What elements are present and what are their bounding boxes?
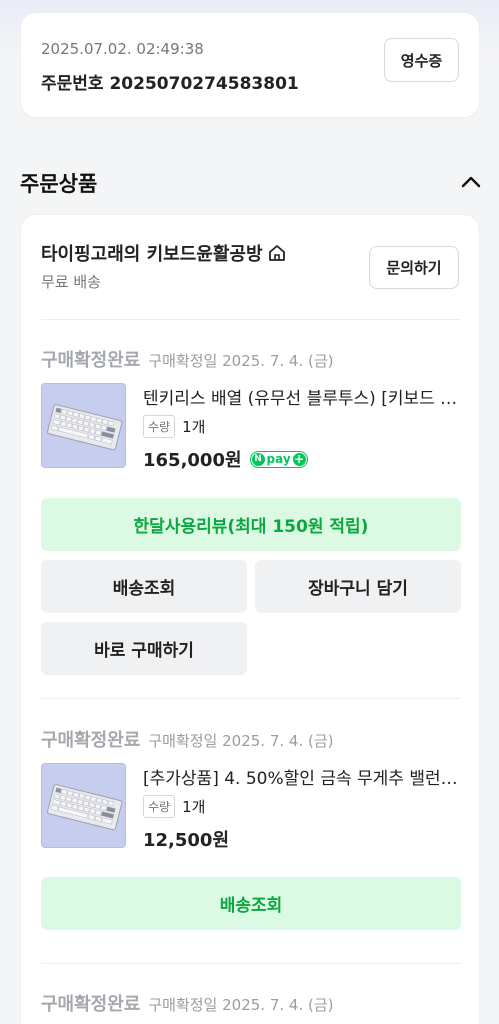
add-to-cart-button[interactable]: 장바구니 담기 <box>255 560 461 613</box>
naver-n-icon: N <box>251 452 265 466</box>
plus-icon: + <box>292 452 306 466</box>
store-header[interactable]: 타이핑고래의 키보드윤활공방 <box>41 240 287 266</box>
receipt-button[interactable]: 영수증 <box>384 38 459 82</box>
product-name[interactable]: [추가상품] 4. 50%할인 금속 무게추 밸런스 튜닝 <box>143 764 461 789</box>
product-thumbnail[interactable] <box>41 383 126 468</box>
order-number: 주문번호 2025070274583801 <box>41 74 299 94</box>
order-item: 구매확정완료 구매확정일 2025. 7. 4. (금) <box>41 990 461 1024</box>
order-item: 구매확정완료 구매확정일 2025. 7. 4. (금) <box>41 726 461 936</box>
quantity-label: 수량 <box>143 415 176 438</box>
quantity-label: 수량 <box>143 795 176 818</box>
quantity-row: 수량 1개 <box>143 415 205 438</box>
order-summary-card: 2025.07.02. 02:49:38 주문번호 20250702745838… <box>20 12 480 118</box>
divider <box>41 319 461 320</box>
order-products-card: 타이핑고래의 키보드윤활공방 무료 배송 문의하기 구매확정완료 구매확정일 2… <box>20 214 480 1024</box>
buy-now-button[interactable]: 바로 구매하기 <box>41 622 247 675</box>
quantity-value: 1개 <box>182 418 206 436</box>
npay-label: pay <box>266 452 291 466</box>
item-status-line: 구매확정완료 구매확정일 2025. 7. 4. (금) <box>41 346 334 371</box>
price-row: 12,500원 <box>143 826 229 852</box>
product-price: 12,500원 <box>143 830 230 851</box>
order-datetime: 2025.07.02. 02:49:38 <box>41 40 204 58</box>
quantity-row: 수량 1개 <box>143 795 205 818</box>
keyboard-image <box>42 384 125 467</box>
quantity-value: 1개 <box>182 798 206 816</box>
purchase-status: 구매확정완료 <box>41 730 141 751</box>
confirm-date: 구매확정일 2025. 7. 4. (금) <box>148 996 334 1014</box>
npay-plus-badge: N pay + <box>249 450 308 468</box>
chevron-up-icon[interactable] <box>459 170 483 194</box>
section-title: 주문상품 <box>20 172 98 196</box>
product-thumbnail[interactable] <box>41 763 126 848</box>
keyboard-image <box>42 764 125 847</box>
divider <box>41 963 461 964</box>
item-status-line: 구매확정완료 구매확정일 2025. 7. 4. (금) <box>41 990 334 1015</box>
track-delivery-button[interactable]: 배송조회 <box>41 877 461 930</box>
product-name[interactable]: 텐키리스 배열 (유무선 블루투스) [키보드 스위치 윤활] <box>143 384 461 409</box>
inquiry-button[interactable]: 문의하기 <box>369 246 459 289</box>
store-name: 타이핑고래의 키보드윤활공방 <box>41 244 263 265</box>
item-status-line: 구매확정완료 구매확정일 2025. 7. 4. (금) <box>41 726 334 751</box>
purchase-status: 구매확정완료 <box>41 994 141 1015</box>
track-delivery-button[interactable]: 배송조회 <box>41 560 247 613</box>
divider <box>41 698 461 699</box>
price-row: 165,000원 N pay + <box>143 446 308 472</box>
home-icon <box>268 245 285 261</box>
product-price: 165,000원 <box>143 450 242 471</box>
shipping-fee: 무료 배송 <box>41 273 101 291</box>
purchase-status: 구매확정완료 <box>41 350 141 371</box>
order-item: 구매확정완료 구매확정일 2025. 7. 4. (금) <box>41 346 461 676</box>
confirm-date: 구매확정일 2025. 7. 4. (금) <box>148 732 334 750</box>
confirm-date: 구매확정일 2025. 7. 4. (금) <box>148 352 334 370</box>
write-review-button[interactable]: 한달사용리뷰(최대 150원 적립) <box>41 498 461 551</box>
order-detail-page: 2025.07.02. 02:49:38 주문번호 20250702745838… <box>0 0 499 1024</box>
